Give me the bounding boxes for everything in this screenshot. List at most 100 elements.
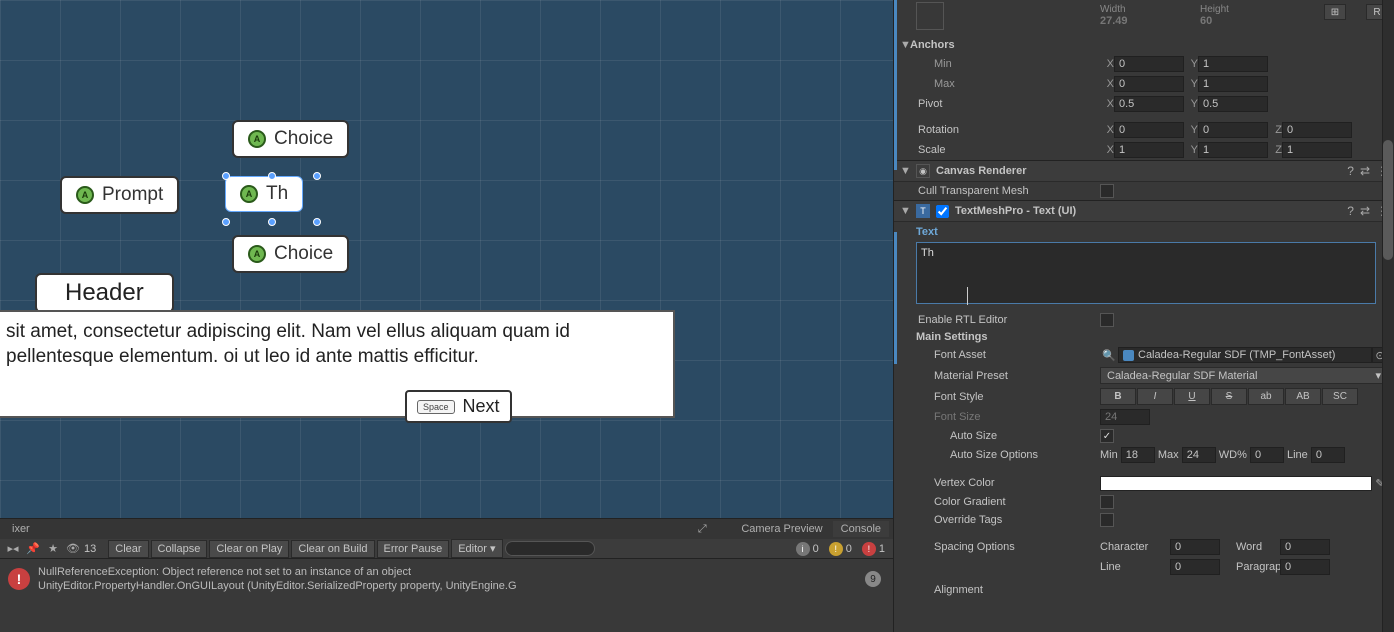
anchor-preset-icon[interactable] (916, 2, 944, 30)
smallcaps-button[interactable]: SC (1322, 388, 1358, 405)
rotation-y[interactable] (1198, 122, 1268, 138)
prompt-panel[interactable]: A Prompt (60, 176, 179, 214)
search-icon[interactable]: 🔍 (1100, 347, 1118, 363)
tab-mixer[interactable]: ixer (4, 521, 38, 537)
toggle-icon[interactable]: ▸◂ (4, 541, 22, 557)
selection-handle[interactable] (222, 218, 230, 226)
next-button[interactable]: Space Next (405, 390, 512, 423)
line-label: Line (1100, 561, 1170, 573)
error-badge[interactable]: !1 (858, 542, 889, 556)
spacing-paragraph[interactable] (1280, 559, 1330, 575)
scale-y[interactable] (1198, 142, 1268, 158)
cull-mesh-checkbox[interactable] (1100, 184, 1114, 198)
rtl-checkbox[interactable] (1100, 313, 1114, 327)
eye-icon[interactable]: 👁 (64, 541, 82, 557)
choice-button-selected[interactable]: A Th (225, 176, 303, 212)
editor-dropdown[interactable]: Editor ▾ (451, 539, 502, 558)
help-icon[interactable]: ? (1347, 164, 1354, 178)
auto-size-checkbox[interactable]: ✓ (1100, 429, 1114, 443)
spacing-word[interactable] (1280, 539, 1330, 555)
scale-z[interactable] (1282, 142, 1352, 158)
autosize-wd[interactable] (1250, 447, 1284, 463)
star-icon[interactable]: ★ (44, 541, 62, 557)
choice-button-1[interactable]: A Choice (232, 120, 349, 158)
header-panel[interactable]: Header (35, 273, 174, 313)
preset-icon[interactable]: ⇄ (1360, 164, 1370, 178)
clear-button[interactable]: Clear (108, 540, 148, 558)
canvas-renderer-icon: ◉ (916, 164, 930, 178)
tmp-header[interactable]: ▼ T TextMeshPro - Text (UI) ?⇄⋮ (894, 200, 1394, 222)
scale-x[interactable] (1114, 142, 1184, 158)
strike-button[interactable]: S (1211, 388, 1247, 405)
alignment-label: Alignment (900, 584, 1100, 596)
auto-size-label: Auto Size (900, 430, 1100, 442)
text-input[interactable]: Th (916, 242, 1376, 304)
bottom-tabs: ixer ⤢ Camera Preview Console (0, 519, 893, 539)
anchor-min-y[interactable] (1198, 56, 1268, 72)
pivot-y[interactable] (1198, 96, 1268, 112)
expand-icon[interactable]: ⤢ (693, 521, 711, 537)
anchor-max-y[interactable] (1198, 76, 1268, 92)
spacing-character[interactable] (1170, 539, 1220, 555)
preset-icon[interactable]: ⇄ (1360, 204, 1370, 218)
warn-badge[interactable]: !0 (825, 542, 856, 556)
anchor-min-x[interactable] (1114, 56, 1184, 72)
info-badge[interactable]: i0 (792, 542, 823, 556)
underline-button[interactable]: U (1174, 388, 1210, 405)
canvas-renderer-header[interactable]: ▼ ◉ Canvas Renderer ?⇄⋮ (894, 160, 1394, 182)
clear-on-build-button[interactable]: Clear on Build (291, 540, 374, 558)
font-asset-field[interactable]: Caladea-Regular SDF (TMP_FontAsset) (1118, 347, 1372, 363)
foldout-icon[interactable]: ▼ (900, 39, 910, 51)
next-label: Next (463, 396, 500, 417)
console-toolbar: ▸◂ 📌 ★ 👁 13 Clear Collapse Clear on Play… (0, 539, 893, 559)
rotation-z[interactable] (1282, 122, 1352, 138)
material-preset-dropdown[interactable]: Caladea-Regular SDF Material▾ (1100, 367, 1388, 384)
pivot-x[interactable] (1114, 96, 1184, 112)
bottom-panel: ixer ⤢ Camera Preview Console ▸◂ 📌 ★ 👁 1… (0, 518, 893, 632)
override-tags-checkbox[interactable] (1100, 513, 1114, 527)
blueprint-mode-button[interactable]: ⊞ (1324, 4, 1346, 20)
spacing-line[interactable] (1170, 559, 1220, 575)
inspector-scrollbar[interactable] (1382, 0, 1394, 632)
rotation-x[interactable] (1114, 122, 1184, 138)
foldout-icon[interactable]: ▼ (900, 165, 910, 177)
selection-handle[interactable] (222, 172, 230, 180)
body-panel[interactable]: sit amet, consectetur adipiscing elit. N… (0, 310, 675, 418)
selection-handle[interactable] (268, 172, 276, 180)
tab-console[interactable]: Console (833, 521, 889, 537)
height-label: Height (1200, 4, 1280, 15)
uppercase-button[interactable]: AB (1285, 388, 1321, 405)
xbox-a-icon: A (248, 245, 266, 263)
anchors-label: Anchors (910, 39, 955, 51)
error-pause-button[interactable]: Error Pause (377, 540, 450, 558)
pin-icon[interactable]: 📌 (24, 541, 42, 557)
clear-on-play-button[interactable]: Clear on Play (209, 540, 289, 558)
lowercase-button[interactable]: ab (1248, 388, 1284, 405)
vertex-color-swatch[interactable] (1100, 476, 1372, 491)
foldout-icon[interactable]: ▼ (900, 205, 910, 217)
autosize-max[interactable] (1182, 447, 1216, 463)
anchor-max-x[interactable] (1114, 76, 1184, 92)
color-gradient-checkbox[interactable] (1100, 495, 1114, 509)
tmp-enabled-checkbox[interactable] (936, 205, 949, 218)
collapse-button[interactable]: Collapse (151, 540, 208, 558)
help-icon[interactable]: ? (1347, 204, 1354, 218)
font-size-field (1100, 409, 1150, 425)
body-text: sit amet, consectetur adipiscing elit. N… (6, 321, 570, 367)
choice-button-3[interactable]: A Choice (232, 235, 349, 273)
inspector-panel: Width27.49 Height60 ⊞ R ▼Anchors MinXY M… (893, 0, 1394, 632)
scrollbar-thumb[interactable] (1383, 140, 1393, 260)
autosize-line[interactable] (1311, 447, 1345, 463)
selection-handle[interactable] (268, 218, 276, 226)
bold-button[interactable]: B (1100, 388, 1136, 405)
selection-handle[interactable] (313, 172, 321, 180)
tab-camera-preview[interactable]: Camera Preview (733, 521, 830, 537)
selection-handle[interactable] (313, 218, 321, 226)
choice2-label: Th (266, 183, 288, 205)
console-message[interactable]: ! NullReferenceException: Object referen… (0, 559, 893, 600)
choice1-label: Choice (274, 128, 333, 150)
console-search[interactable] (505, 541, 595, 556)
italic-button[interactable]: I (1137, 388, 1173, 405)
autosize-min[interactable] (1121, 447, 1155, 463)
scene-view[interactable]: A Choice A Th A Choice A Prompt Header s… (0, 0, 893, 518)
